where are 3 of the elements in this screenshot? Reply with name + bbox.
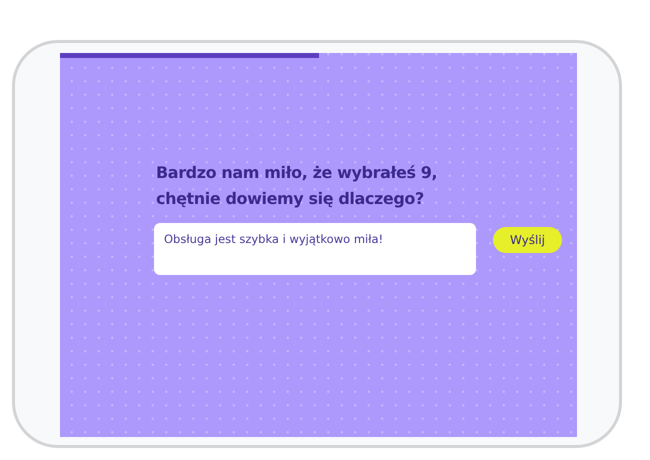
answer-field[interactable]: Obsługa jest szybka i wyjątkowo miła! [154,223,476,275]
submit-button[interactable]: Wyślij [493,227,562,253]
question-text: Bardzo nam miło, że wybrałeś 9, chętnie dowiemy się dlaczego? [156,162,438,210]
